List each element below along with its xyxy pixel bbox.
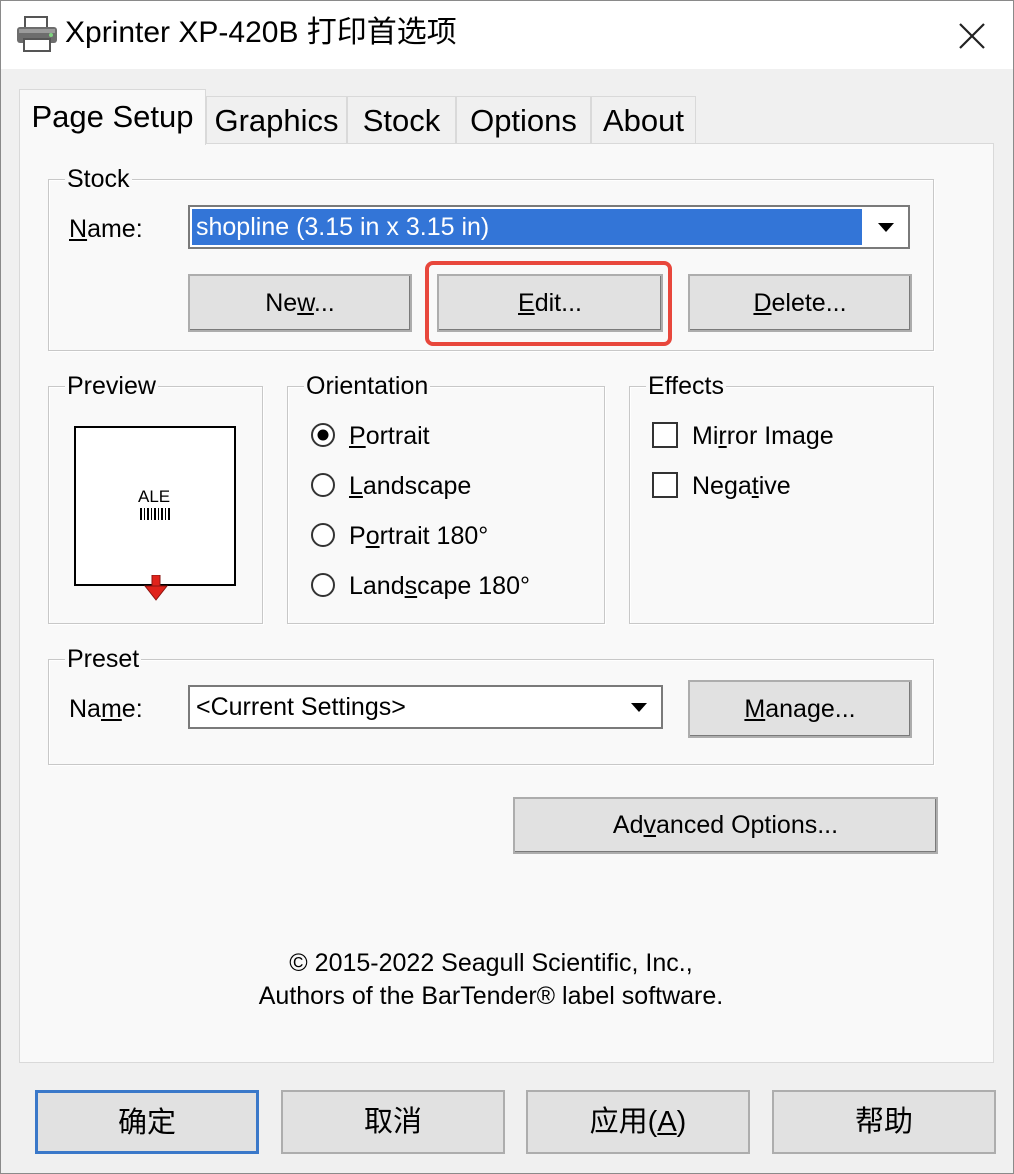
tab-about[interactable]: About bbox=[591, 96, 696, 143]
negative-checkbox[interactable] bbox=[652, 472, 678, 498]
title-bar: Xprinter XP-420B 打印首选项 bbox=[1, 1, 1013, 69]
printer-preferences-dialog: Xprinter XP-420B 打印首选项 Page Setup Graphi… bbox=[0, 0, 1014, 1174]
manage-preset-button[interactable]: Manage... bbox=[688, 680, 912, 738]
radio-landscape-180[interactable] bbox=[310, 572, 336, 598]
preset-name-value: <Current Settings> bbox=[196, 693, 406, 721]
barcode-icon bbox=[140, 508, 170, 520]
negative-label[interactable]: Negative bbox=[692, 471, 791, 501]
radio-portrait-label[interactable]: Portrait bbox=[349, 421, 430, 451]
window-title: Xprinter XP-420B 打印首选项 bbox=[65, 16, 457, 49]
feed-direction-arrow-icon bbox=[144, 575, 168, 601]
preset-group-label: Preset bbox=[65, 644, 142, 674]
mirror-image-label[interactable]: Mirror Image bbox=[692, 421, 834, 451]
radio-landscape-180-label[interactable]: Landscape 180° bbox=[349, 571, 530, 601]
chevron-down-icon[interactable] bbox=[866, 209, 906, 245]
radio-landscape-label[interactable]: Landscape bbox=[349, 471, 471, 501]
stock-group-label: Stock bbox=[65, 164, 132, 194]
new-stock-button[interactable]: New... bbox=[188, 274, 412, 332]
delete-stock-button[interactable]: Delete... bbox=[688, 274, 912, 332]
apply-button[interactable]: 应用(A) bbox=[526, 1090, 750, 1154]
effects-group-label: Effects bbox=[646, 371, 726, 401]
tab-stock[interactable]: Stock bbox=[347, 96, 456, 143]
radio-landscape[interactable] bbox=[310, 472, 336, 498]
orientation-group-label: Orientation bbox=[304, 371, 431, 401]
close-icon bbox=[959, 23, 985, 49]
cancel-button[interactable]: 取消 bbox=[281, 1090, 505, 1154]
chevron-down-icon[interactable] bbox=[619, 689, 659, 725]
radio-portrait[interactable] bbox=[310, 422, 336, 448]
ok-button[interactable]: 确定 bbox=[35, 1090, 259, 1154]
preset-name-label: Name: bbox=[69, 695, 143, 723]
preset-name-dropdown[interactable]: <Current Settings> bbox=[188, 685, 663, 729]
advanced-options-button[interactable]: Advanced Options... bbox=[513, 797, 938, 854]
radio-portrait-180[interactable] bbox=[310, 522, 336, 548]
edit-highlight-annotation bbox=[425, 261, 672, 346]
label-preview: ALE bbox=[74, 426, 236, 586]
tab-graphics[interactable]: Graphics bbox=[206, 96, 347, 143]
tab-page-setup[interactable]: Page Setup bbox=[19, 89, 206, 145]
preview-group-label: Preview bbox=[65, 371, 158, 401]
preview-sample-text: ALE bbox=[138, 487, 171, 506]
help-button[interactable]: 帮助 bbox=[772, 1090, 996, 1154]
close-button[interactable] bbox=[941, 9, 1001, 61]
radio-portrait-180-label[interactable]: Portrait 180° bbox=[349, 521, 488, 551]
printer-icon bbox=[15, 15, 59, 53]
mirror-image-checkbox[interactable] bbox=[652, 422, 678, 448]
copyright-line-1: © 2015-2022 Seagull Scientific, Inc., bbox=[289, 949, 693, 977]
stock-name-value: shopline (3.15 in x 3.15 in) bbox=[192, 209, 862, 245]
stock-name-label: Name: bbox=[69, 215, 143, 243]
tab-options[interactable]: Options bbox=[456, 96, 591, 143]
copyright-line-2: Authors of the BarTender® label software… bbox=[258, 982, 724, 1010]
stock-name-dropdown[interactable]: shopline (3.15 in x 3.15 in) bbox=[188, 205, 910, 249]
